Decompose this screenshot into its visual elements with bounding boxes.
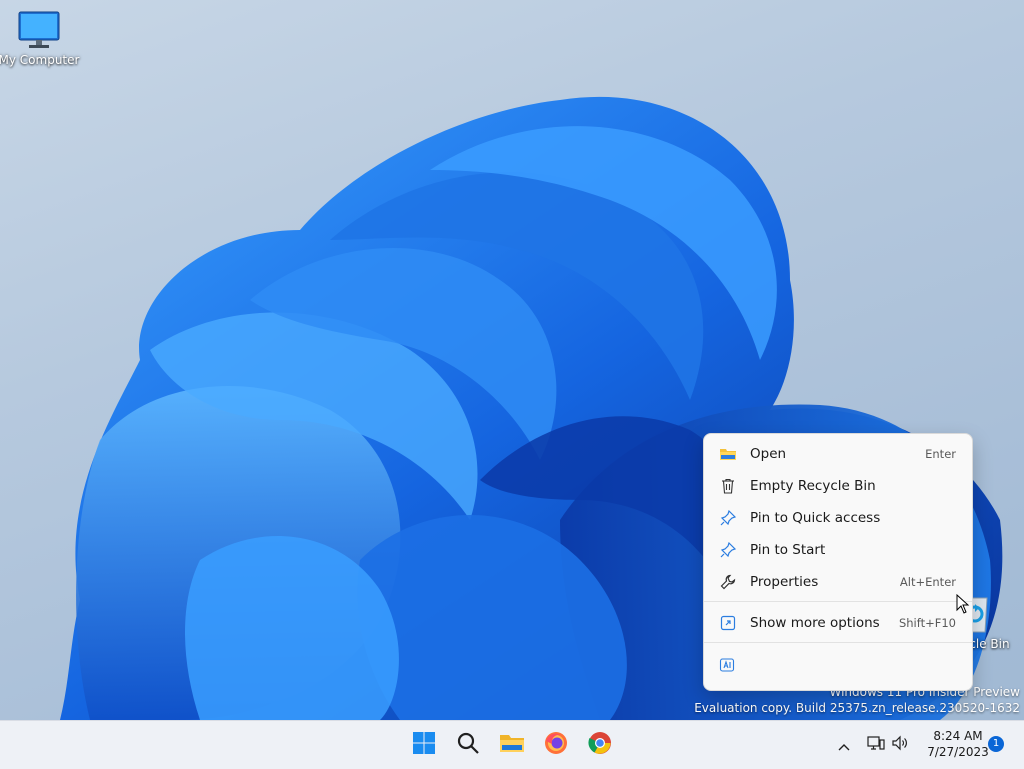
menu-item-label: Show more options — [750, 615, 880, 631]
start-icon — [412, 731, 436, 759]
menu-item-label: Properties — [750, 574, 819, 590]
menu-item-shortcut: Alt+Enter — [899, 575, 956, 589]
network-icon — [867, 735, 885, 755]
menu-item-translate[interactable] — [708, 650, 744, 680]
search-icon — [456, 731, 480, 759]
taskbar: 8:24 AM 7/27/2023 — [0, 720, 1024, 769]
menu-item-pin-quick-access[interactable]: Pin to Quick access — [708, 503, 968, 533]
expand-icon — [719, 614, 737, 632]
trash-icon — [719, 477, 737, 495]
mouse-cursor-icon — [956, 593, 970, 618]
menu-item-shortcut: Enter — [925, 447, 956, 461]
menu-item-empty-recycle-bin[interactable]: Empty Recycle Bin — [708, 471, 968, 501]
firefox-button[interactable] — [540, 729, 572, 761]
menu-item-label: Empty Recycle Bin — [750, 478, 876, 494]
folder-icon — [719, 445, 737, 463]
firefox-icon — [544, 731, 568, 759]
menu-item-label: Open — [750, 446, 787, 462]
clock-time: 8:24 AM — [933, 729, 983, 743]
wrench-icon — [719, 573, 737, 591]
menu-item-properties[interactable]: Properties Alt+Enter — [708, 567, 968, 597]
menu-item-label: Pin to Quick access — [750, 510, 881, 526]
show-hidden-icons-button[interactable] — [830, 729, 858, 761]
menu-item-label: Pin to Start — [750, 542, 826, 558]
menu-item-pin-to-start[interactable]: Pin to Start — [708, 535, 968, 565]
clock-date: 7/27/2023 — [927, 745, 989, 759]
pin-icon — [719, 541, 737, 559]
context-menu: Open Enter Empty Recycle Bin Pin to Quic… — [703, 433, 973, 691]
start-button[interactable] — [408, 729, 440, 761]
menu-item-shortcut: Shift+F10 — [898, 616, 956, 630]
desktop-icon-my-computer[interactable]: My Computer — [0, 10, 84, 67]
translate-icon — [719, 656, 735, 674]
volume-button[interactable] — [886, 729, 914, 761]
chevron-up-icon — [838, 736, 850, 755]
menu-item-show-more-options[interactable]: Show more options Shift+F10 — [708, 608, 968, 638]
chrome-button[interactable] — [584, 729, 616, 761]
clock[interactable]: 8:24 AM 7/27/2023 — [918, 728, 998, 760]
volume-icon — [891, 735, 909, 755]
menu-item-open[interactable]: Open Enter — [708, 439, 968, 469]
file-explorer-icon — [499, 732, 525, 758]
pin-icon — [719, 509, 737, 527]
file-explorer-button[interactable] — [496, 729, 528, 761]
menu-separator — [704, 601, 972, 602]
chrome-icon — [588, 731, 612, 759]
watermark-line-2: Evaluation copy. Build 25375.zn_release.… — [694, 701, 1020, 715]
desktop-icon-label: My Computer — [0, 53, 80, 67]
monitor-icon — [0, 10, 84, 53]
search-button[interactable] — [452, 729, 484, 761]
menu-separator — [704, 642, 972, 643]
notification-badge[interactable]: 1 — [988, 736, 1004, 752]
